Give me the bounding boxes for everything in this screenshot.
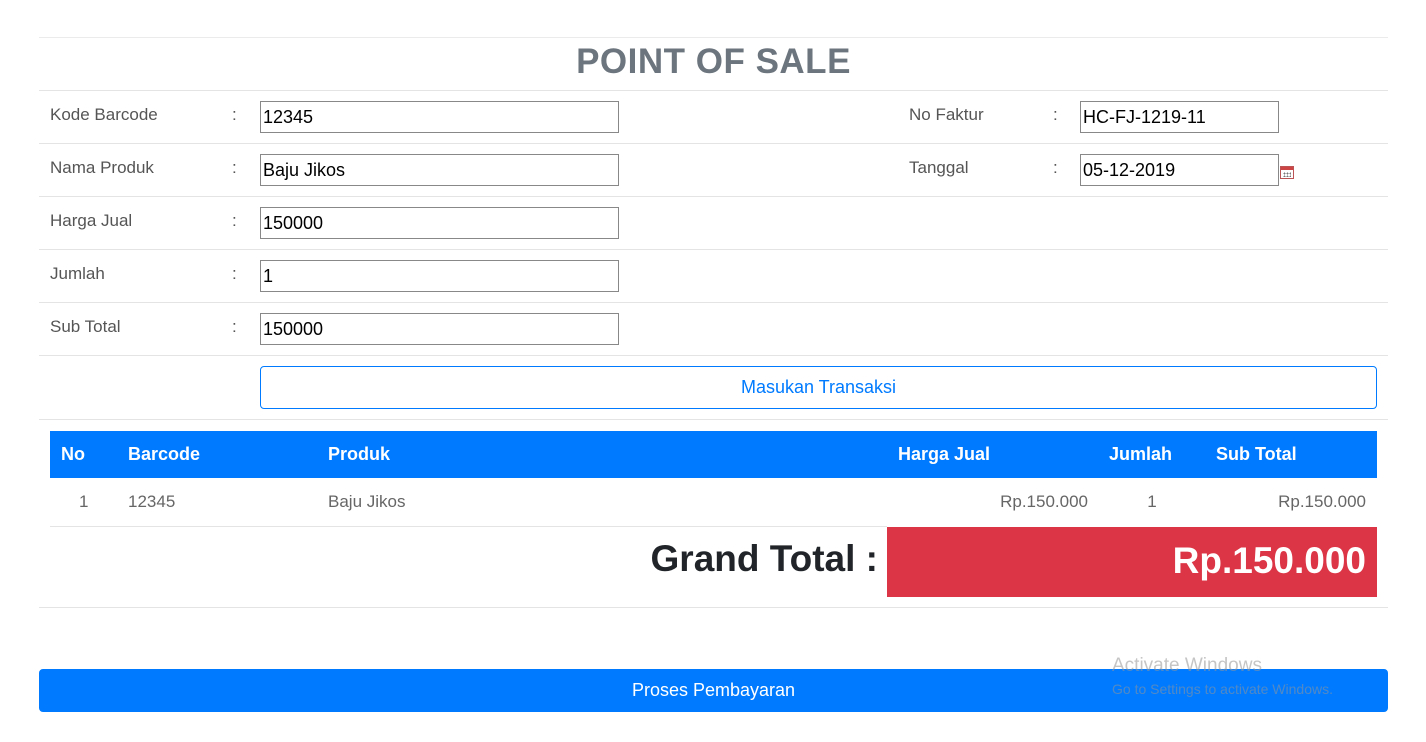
th-sub-total: Sub Total	[1216, 444, 1297, 464]
sub-total-input[interactable]	[260, 313, 619, 345]
cell-no: 1	[79, 492, 89, 511]
label-sub-total: Sub Total	[50, 317, 121, 336]
label-kode-barcode: Kode Barcode	[50, 105, 158, 124]
divider	[39, 607, 1388, 608]
cell-harga-jual: Rp.150.000	[1000, 492, 1088, 511]
form-row-sub-total	[39, 302, 1388, 355]
colon: :	[1053, 158, 1058, 177]
colon: :	[232, 211, 237, 230]
cell-produk: Baju Jikos	[328, 492, 406, 511]
cell-jumlah: 1	[1147, 492, 1157, 511]
jumlah-input[interactable]	[260, 260, 619, 292]
grand-total-label: Grand Total :	[650, 538, 878, 579]
label-jumlah: Jumlah	[50, 264, 105, 283]
calendar-icon[interactable]	[1280, 166, 1294, 179]
label-nama-produk: Nama Produk	[50, 158, 154, 177]
th-jumlah: Jumlah	[1109, 444, 1173, 464]
form-row-jumlah	[39, 249, 1388, 302]
label-harga-jual: Harga Jual	[50, 211, 133, 230]
cell-sub-total: Rp.150.000	[1278, 492, 1366, 511]
th-produk: Produk	[328, 444, 391, 464]
colon: :	[232, 158, 237, 177]
table-header: No Barcode Produk Harga Jual Jumlah Sub …	[50, 431, 1377, 478]
grand-total-box: Rp.150.000	[887, 527, 1377, 597]
barcode-input[interactable]	[260, 101, 619, 133]
form-row-harga-jual	[39, 196, 1388, 249]
colon: :	[232, 105, 237, 124]
th-barcode: Barcode	[128, 444, 201, 464]
colon: :	[232, 317, 237, 336]
divider	[50, 526, 887, 527]
divider	[39, 355, 1388, 356]
th-no: No	[61, 444, 85, 464]
grand-total-value: Rp.150.000	[1172, 540, 1366, 581]
th-harga-jual: Harga Jual	[898, 444, 991, 464]
label-no-faktur: No Faktur	[909, 105, 984, 124]
top-divider	[39, 37, 1388, 38]
label-tanggal: Tanggal	[909, 158, 969, 177]
harga-jual-input[interactable]	[260, 207, 619, 239]
nama-produk-input[interactable]	[260, 154, 619, 186]
colon: :	[232, 264, 237, 283]
proses-pembayaran-button[interactable]: Proses Pembayaran	[39, 669, 1388, 712]
no-faktur-input[interactable]	[1080, 101, 1279, 133]
page-title: POINT OF SALE	[576, 42, 851, 81]
divider	[39, 419, 1388, 420]
masukan-transaksi-button[interactable]: Masukan Transaksi	[260, 366, 1377, 409]
tanggal-input[interactable]	[1080, 154, 1279, 186]
colon: :	[1053, 105, 1058, 124]
cell-barcode: 12345	[128, 492, 176, 511]
